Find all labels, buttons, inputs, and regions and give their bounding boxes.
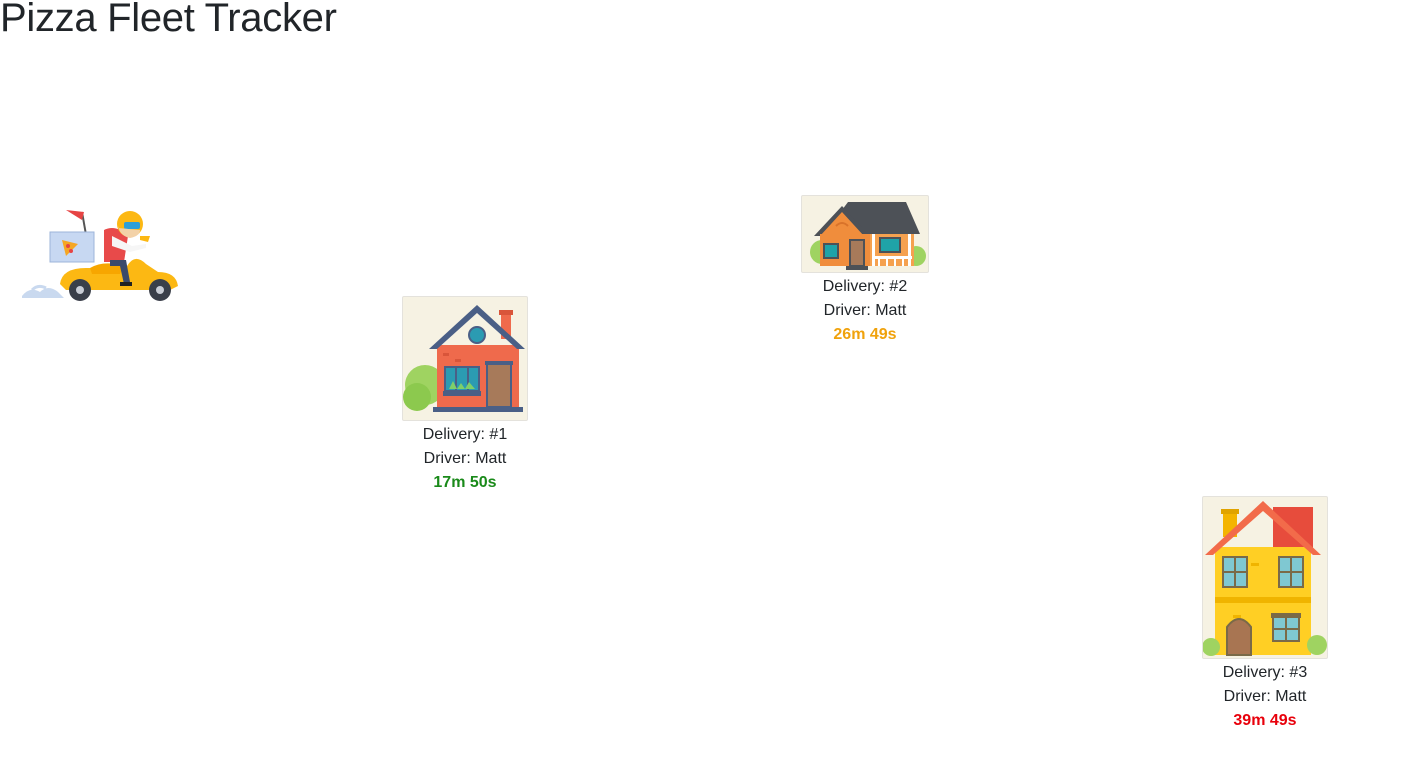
delivery-card-2[interactable]: Delivery: #2 Driver: Matt 26m 49s	[801, 195, 929, 347]
delivery-eta: 39m 49s	[1233, 712, 1297, 729]
tracker-page: Pizza Fleet Tracker Delivery: #1 Driver:…	[0, 0, 1401, 782]
delivery-card-3[interactable]: Delivery: #3 Driver: Matt 39m 49s	[1202, 496, 1328, 733]
orange-bungalow-icon	[801, 195, 929, 273]
page-title: Pizza Fleet Tracker	[0, 0, 337, 40]
red-house-icon	[402, 296, 528, 421]
driver-name: Driver: Matt	[823, 302, 907, 319]
delivery-eta: 26m 49s	[833, 326, 897, 343]
delivery-number: Delivery: #1	[422, 426, 508, 443]
delivery-eta: 17m 50s	[433, 474, 497, 491]
delivery-card-1[interactable]: Delivery: #1 Driver: Matt 17m 50s	[402, 296, 528, 495]
driver-name: Driver: Matt	[423, 450, 507, 467]
yellow-house-icon	[1202, 496, 1328, 659]
delivery-scooter-icon[interactable]	[20, 206, 182, 304]
delivery-number: Delivery: #3	[1222, 664, 1308, 681]
delivery-number: Delivery: #2	[822, 278, 908, 295]
driver-name: Driver: Matt	[1223, 688, 1307, 705]
